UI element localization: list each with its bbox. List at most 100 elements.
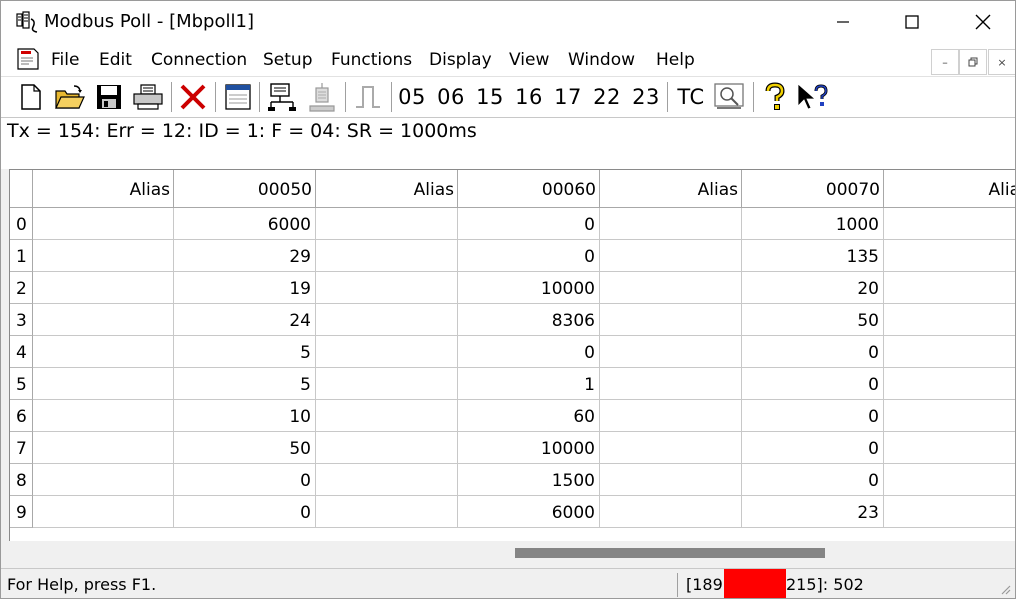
horizontal-scrollbar[interactable] bbox=[9, 541, 1015, 568]
alias-cell[interactable] bbox=[316, 240, 458, 272]
value-cell[interactable]: 1500 bbox=[458, 464, 600, 496]
alias-cell[interactable] bbox=[33, 400, 174, 432]
alias-cell[interactable] bbox=[33, 496, 174, 528]
function-15-button[interactable]: 15 bbox=[473, 80, 507, 114]
alias-cell[interactable] bbox=[884, 432, 1015, 464]
alias-cell[interactable] bbox=[884, 208, 1015, 240]
alias-cell[interactable] bbox=[600, 240, 742, 272]
alias-cell[interactable] bbox=[600, 272, 742, 304]
resize-grip-icon[interactable] bbox=[999, 583, 1011, 595]
value-cell[interactable]: 5 bbox=[174, 336, 316, 368]
alias-cell[interactable] bbox=[33, 240, 174, 272]
value-cell[interactable]: 29 bbox=[174, 240, 316, 272]
alias-header[interactable]: Alias bbox=[33, 170, 174, 208]
alias-cell[interactable] bbox=[884, 336, 1015, 368]
value-cell[interactable]: 50 bbox=[742, 304, 884, 336]
value-cell[interactable]: 0 bbox=[458, 208, 600, 240]
maximize-button[interactable] bbox=[889, 7, 935, 37]
alias-cell[interactable] bbox=[600, 496, 742, 528]
function-05-button[interactable]: 05 bbox=[395, 80, 429, 114]
alias-cell[interactable] bbox=[884, 240, 1015, 272]
value-cell[interactable]: 0 bbox=[742, 432, 884, 464]
value-cell[interactable]: 0 bbox=[458, 240, 600, 272]
value-cell[interactable]: 0 bbox=[174, 464, 316, 496]
value-cell[interactable]: 19 bbox=[174, 272, 316, 304]
alias-cell[interactable] bbox=[316, 208, 458, 240]
function-17-button[interactable]: 17 bbox=[551, 80, 585, 114]
row-header[interactable]: 8 bbox=[10, 464, 33, 496]
open-button[interactable] bbox=[53, 80, 87, 114]
alias-cell[interactable] bbox=[33, 304, 174, 336]
window-button[interactable] bbox=[221, 80, 255, 114]
alias-cell[interactable] bbox=[600, 400, 742, 432]
alias-header[interactable]: Alia bbox=[884, 170, 1015, 208]
value-cell[interactable]: 0 bbox=[174, 496, 316, 528]
mdi-restore-button[interactable] bbox=[959, 49, 987, 75]
connect-button[interactable] bbox=[265, 80, 301, 114]
alias-cell[interactable] bbox=[600, 432, 742, 464]
monitor-button[interactable] bbox=[711, 80, 747, 114]
alias-cell[interactable] bbox=[33, 432, 174, 464]
value-cell[interactable]: 10000 bbox=[458, 432, 600, 464]
alias-cell[interactable] bbox=[316, 368, 458, 400]
row-header[interactable]: 7 bbox=[10, 432, 33, 464]
value-cell[interactable]: 1000 bbox=[742, 208, 884, 240]
alias-header[interactable]: Alias bbox=[600, 170, 742, 208]
help-button[interactable] bbox=[758, 80, 790, 114]
value-cell[interactable]: 1 bbox=[458, 368, 600, 400]
print-button[interactable] bbox=[131, 80, 165, 114]
close-button[interactable] bbox=[960, 7, 1006, 37]
menu-connection[interactable]: Connection bbox=[151, 50, 247, 70]
alias-cell[interactable] bbox=[33, 208, 174, 240]
value-cell[interactable]: 50 bbox=[174, 432, 316, 464]
menu-window[interactable]: Window bbox=[568, 50, 635, 70]
function-23-button[interactable]: 23 bbox=[629, 80, 663, 114]
row-header[interactable]: 9 bbox=[10, 496, 33, 528]
value-cell[interactable]: 6000 bbox=[458, 496, 600, 528]
value-cell[interactable]: 0 bbox=[742, 368, 884, 400]
row-header[interactable]: 1 bbox=[10, 240, 33, 272]
value-cell[interactable]: 60 bbox=[458, 400, 600, 432]
alias-cell[interactable] bbox=[316, 272, 458, 304]
row-header[interactable]: 0 bbox=[10, 208, 33, 240]
address-header[interactable]: 00060 bbox=[458, 170, 600, 208]
value-cell[interactable]: 10000 bbox=[458, 272, 600, 304]
menu-file[interactable]: File bbox=[51, 50, 79, 70]
alias-cell[interactable] bbox=[884, 496, 1015, 528]
function-16-button[interactable]: 16 bbox=[512, 80, 546, 114]
value-cell[interactable]: 0 bbox=[742, 400, 884, 432]
alias-cell[interactable] bbox=[600, 368, 742, 400]
menu-edit[interactable]: Edit bbox=[99, 50, 132, 70]
value-cell[interactable]: 0 bbox=[742, 336, 884, 368]
function-22-button[interactable]: 22 bbox=[590, 80, 624, 114]
row-header[interactable]: 3 bbox=[10, 304, 33, 336]
alias-cell[interactable] bbox=[884, 272, 1015, 304]
row-header[interactable]: 5 bbox=[10, 368, 33, 400]
alias-cell[interactable] bbox=[316, 464, 458, 496]
title-bar[interactable]: Modbus Poll - [Mbpoll1] bbox=[1, 1, 1015, 43]
alias-cell[interactable] bbox=[600, 208, 742, 240]
context-help-button[interactable] bbox=[795, 80, 831, 114]
mdi-close-button[interactable]: × bbox=[988, 49, 1015, 75]
alias-cell[interactable] bbox=[884, 400, 1015, 432]
value-cell[interactable]: 10 bbox=[174, 400, 316, 432]
row-header[interactable]: 2 bbox=[10, 272, 33, 304]
menu-help[interactable]: Help bbox=[656, 50, 695, 70]
value-cell[interactable]: 20 bbox=[742, 272, 884, 304]
value-cell[interactable]: 8306 bbox=[458, 304, 600, 336]
value-cell[interactable]: 0 bbox=[742, 464, 884, 496]
menu-view[interactable]: View bbox=[509, 50, 549, 70]
menu-functions[interactable]: Functions bbox=[331, 50, 412, 70]
pulse-button[interactable] bbox=[351, 80, 385, 114]
save-button[interactable] bbox=[93, 80, 125, 114]
minimize-button[interactable] bbox=[820, 7, 866, 37]
alias-cell[interactable] bbox=[316, 400, 458, 432]
tc-button[interactable]: TC bbox=[673, 80, 709, 114]
alias-cell[interactable] bbox=[33, 336, 174, 368]
alias-cell[interactable] bbox=[884, 464, 1015, 496]
value-cell[interactable]: 0 bbox=[458, 336, 600, 368]
alias-cell[interactable] bbox=[33, 368, 174, 400]
value-cell[interactable]: 135 bbox=[742, 240, 884, 272]
alias-cell[interactable] bbox=[316, 304, 458, 336]
row-header[interactable]: 6 bbox=[10, 400, 33, 432]
